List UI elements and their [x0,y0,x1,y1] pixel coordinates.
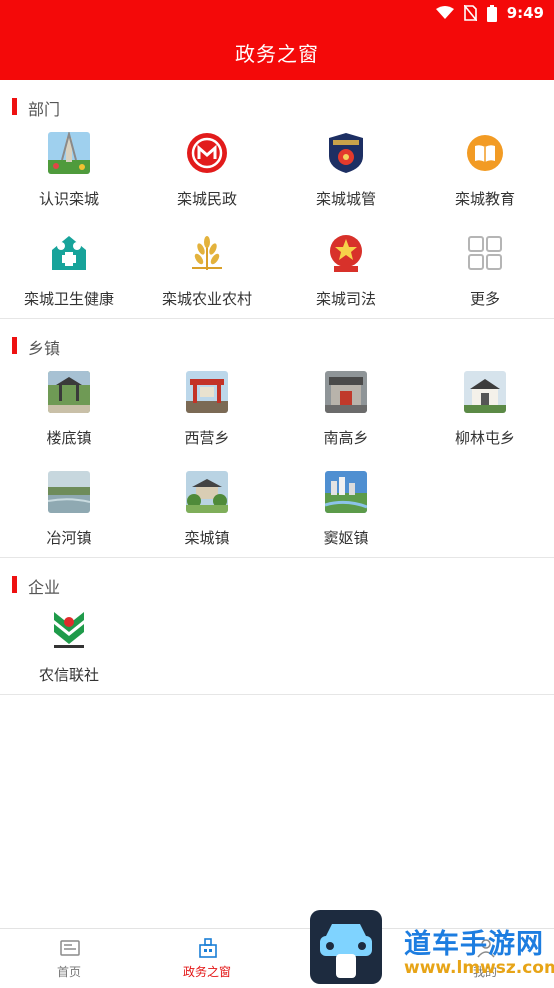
grid-item-label: 栾城镇 [184,529,230,547]
grid-item-liulintun-township[interactable]: 柳林屯乡 [416,371,554,471]
section-header: 部门 [0,90,554,120]
grid-item-more[interactable]: 更多 [416,232,554,332]
health-house-icon [48,232,90,274]
grid-item-label: 栾城民政 [176,190,237,208]
cityscape-photo-icon [325,471,367,513]
grid-item-agriculture[interactable]: 栾城农业农村 [138,232,276,332]
battery-icon [486,4,497,22]
pavilion-photo-icon [48,371,90,413]
grid-item-label: 冶河镇 [46,529,92,547]
home-icon [60,940,80,956]
landmark-photo-icon [48,132,90,174]
grid-item-label: 南高乡 [323,429,369,447]
page-title: 政务之窗 [235,42,319,66]
grid-item-health[interactable]: 栾城卫生健康 [0,232,138,332]
no-sim-icon [463,5,477,21]
grid-item-rural-credit-union[interactable]: 农信联社 [0,608,138,708]
government-building-icon [199,938,217,958]
urban-management-badge-icon [325,132,367,174]
grid-item-xiying-township[interactable]: 西营乡 [138,371,276,471]
watermark: 道车手游网 www.lmwsz.com [308,908,554,986]
grid-item-label: 楼底镇 [46,429,92,447]
nav-home[interactable]: 首页 [0,929,138,987]
justice-emblem-icon [325,232,367,274]
gate-photo-icon [186,371,228,413]
grid-item-yehe-town[interactable]: 冶河镇 [0,471,138,571]
wifi-icon [435,6,454,19]
section-companies: 企业 农信联社 [0,568,554,695]
grid-item-label: 栾城教育 [454,190,515,208]
grid-item-douyu-town[interactable]: 窦妪镇 [277,471,415,571]
section-header: 企业 [0,568,554,598]
status-bar: 9:49 [0,0,554,28]
grid-item-label: 认识栾城 [38,190,99,208]
watermark-title: 道车手游网 [404,929,544,960]
grid-item-label: 栾城农业农村 [161,290,252,308]
grid-item-label: 农信联社 [38,666,99,684]
grid-item-label: 栾城司法 [315,290,376,308]
grid-item-label: 栾城城管 [315,190,376,208]
app-bar: 政务之窗 [0,28,554,80]
grid-item-know-luancheng[interactable]: 认识栾城 [0,132,138,232]
section-departments: 部门 认识栾城 栾城民政 栾城城管 栾城教育 栾城卫生健康 栾城农业农村 栾城司… [0,90,554,319]
grid-item-label: 柳林屯乡 [454,429,515,447]
garden-photo-icon [186,471,228,513]
watermark-logo-icon [310,910,382,984]
education-book-icon [464,132,506,174]
section-towns: 乡镇 楼底镇 西营乡 南高乡 柳林屯乡 冶河镇 栾城镇 窦妪镇 [0,329,554,558]
nav-home-label: 首页 [56,965,81,979]
section-title: 企业 [28,578,61,597]
section-marker [12,576,17,593]
section-marker [12,98,17,115]
grid-item-luancheng-town[interactable]: 栾城镇 [138,471,276,571]
grid-item-loudi-town[interactable]: 楼底镇 [0,371,138,471]
building-photo-icon [325,371,367,413]
grid-item-urban-management[interactable]: 栾城城管 [277,132,415,232]
agriculture-wheat-icon [186,232,228,274]
grid-item-label: 窦妪镇 [323,529,369,547]
rural-credit-logo-icon [48,608,90,650]
village-photo-icon [464,371,506,413]
status-time: 9:49 [506,4,544,22]
section-title: 部门 [28,100,61,119]
nav-gov-window[interactable]: 政务之窗 [138,929,276,987]
section-marker [12,337,17,354]
nav-gov-label: 政务之窗 [182,965,231,979]
grid-item-justice[interactable]: 栾城司法 [277,232,415,332]
grid-item-label: 更多 [469,290,500,308]
river-photo-icon [48,471,90,513]
grid-item-education[interactable]: 栾城教育 [416,132,554,232]
section-title: 乡镇 [28,339,61,358]
grid-item-nangao-township[interactable]: 南高乡 [277,371,415,471]
status-icons: 9:49 [435,4,544,22]
watermark-url: www.lmwsz.com [404,958,554,978]
civil-affairs-emblem-icon [186,132,228,174]
grid-item-label: 西营乡 [184,429,230,447]
grid-more-icon [464,232,506,274]
grid-item-label: 栾城卫生健康 [23,290,114,308]
grid-item-civil-affairs[interactable]: 栾城民政 [138,132,276,232]
section-header: 乡镇 [0,329,554,359]
